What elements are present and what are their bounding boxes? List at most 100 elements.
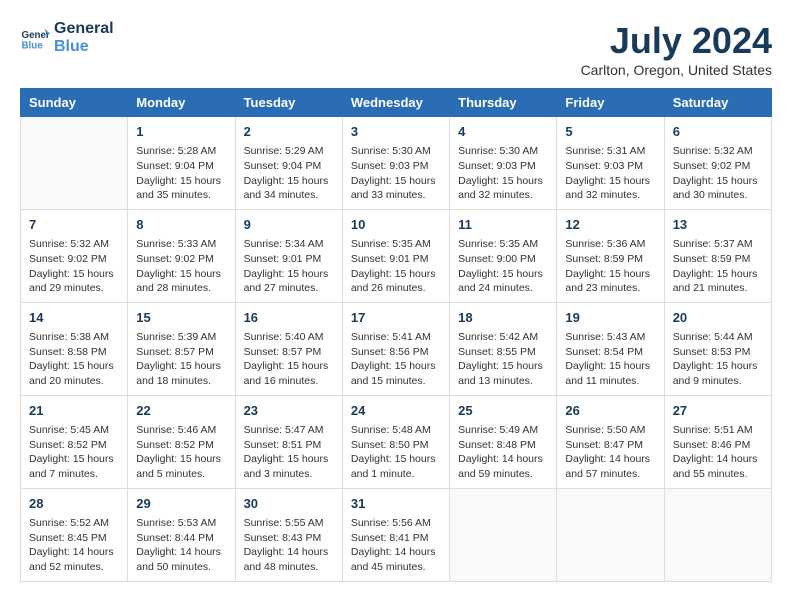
day-header-wednesday: Wednesday: [342, 89, 449, 117]
day-number: 18: [458, 309, 548, 327]
calendar-cell: 5 Sunrise: 5:31 AM Sunset: 9:03 PM Daylig…: [557, 117, 664, 210]
calendar-cell: 30 Sunrise: 5:55 AM Sunset: 8:43 PM Dayli…: [235, 488, 342, 581]
calendar-cell: 3 Sunrise: 5:30 AM Sunset: 9:03 PM Daylig…: [342, 117, 449, 210]
logo-blue: Blue: [54, 38, 114, 56]
day-number: 15: [136, 309, 226, 327]
day-number: 9: [244, 216, 334, 234]
day-detail: Sunrise: 5:43 AM Sunset: 8:54 PM Dayligh…: [565, 330, 655, 389]
day-number: 27: [673, 402, 763, 420]
svg-text:General: General: [22, 30, 51, 41]
day-detail: Sunrise: 5:46 AM Sunset: 8:52 PM Dayligh…: [136, 423, 226, 482]
week-row-1: 1 Sunrise: 5:28 AM Sunset: 9:04 PM Daylig…: [21, 117, 772, 210]
calendar-cell: 29 Sunrise: 5:53 AM Sunset: 8:44 PM Dayli…: [128, 488, 235, 581]
calendar-cell: [21, 117, 128, 210]
calendar-cell: 9Sunrise: 5:34 AM Sunset: 9:01 PM Daylig…: [235, 209, 342, 302]
svg-text:Blue: Blue: [22, 41, 44, 52]
calendar-table: SundayMondayTuesdayWednesdayThursdayFrid…: [20, 88, 772, 582]
day-number: 5: [565, 123, 655, 141]
week-row-5: 28 Sunrise: 5:52 AM Sunset: 8:45 PM Dayli…: [21, 488, 772, 581]
day-detail: Sunrise: 5:56 AM Sunset: 8:41 PM Dayligh…: [351, 516, 441, 575]
day-number: 1: [136, 123, 226, 141]
day-detail: Sunrise: 5:32 AM Sunset: 9:02 PM Dayligh…: [673, 144, 763, 203]
day-number: 25: [458, 402, 548, 420]
day-detail: Sunrise: 5:48 AM Sunset: 8:50 PM Dayligh…: [351, 423, 441, 482]
day-detail: Sunrise: 5:44 AM Sunset: 8:53 PM Dayligh…: [673, 330, 763, 389]
calendar-cell: 13 Sunrise: 5:37 AM Sunset: 8:59 PM Dayli…: [664, 209, 771, 302]
day-detail: Sunrise: 5:36 AM Sunset: 8:59 PM Dayligh…: [565, 237, 655, 296]
logo-icon: General Blue: [20, 23, 50, 53]
day-number: 21: [29, 402, 119, 420]
day-number: 4: [458, 123, 548, 141]
calendar-cell: 21 Sunrise: 5:45 AM Sunset: 8:52 PM Dayli…: [21, 395, 128, 488]
calendar-cell: 16 Sunrise: 5:40 AM Sunset: 8:57 PM Dayli…: [235, 302, 342, 395]
day-header-saturday: Saturday: [664, 89, 771, 117]
day-number: 11: [458, 216, 548, 234]
day-number: 3: [351, 123, 441, 141]
day-detail: Sunrise: 5:38 AM Sunset: 8:58 PM Dayligh…: [29, 330, 119, 389]
day-detail: Sunrise: 5:52 AM Sunset: 8:45 PM Dayligh…: [29, 516, 119, 575]
day-number: 23: [244, 402, 334, 420]
title-area: July 2024 Carlton, Oregon, United States: [581, 20, 772, 78]
day-detail: Sunrise: 5:37 AM Sunset: 8:59 PM Dayligh…: [673, 237, 763, 296]
calendar-cell: [557, 488, 664, 581]
day-detail: Sunrise: 5:50 AM Sunset: 8:47 PM Dayligh…: [565, 423, 655, 482]
day-number: 16: [244, 309, 334, 327]
day-number: 8: [136, 216, 226, 234]
day-number: 19: [565, 309, 655, 327]
day-detail: Sunrise: 5:32 AM Sunset: 9:02 PM Dayligh…: [29, 237, 119, 296]
calendar-cell: 24 Sunrise: 5:48 AM Sunset: 8:50 PM Dayli…: [342, 395, 449, 488]
calendar-cell: 28 Sunrise: 5:52 AM Sunset: 8:45 PM Dayli…: [21, 488, 128, 581]
day-number: 13: [673, 216, 763, 234]
day-number: 17: [351, 309, 441, 327]
calendar-cell: 18 Sunrise: 5:42 AM Sunset: 8:55 PM Dayli…: [450, 302, 557, 395]
logo: General Blue General Blue: [20, 20, 114, 56]
day-detail: Sunrise: 5:35 AM Sunset: 9:01 PM Dayligh…: [351, 237, 441, 296]
day-number: 7: [29, 216, 119, 234]
day-number: 31: [351, 495, 441, 513]
week-row-3: 14Sunrise: 5:38 AM Sunset: 8:58 PM Dayli…: [21, 302, 772, 395]
calendar-cell: 10 Sunrise: 5:35 AM Sunset: 9:01 PM Dayli…: [342, 209, 449, 302]
day-number: 24: [351, 402, 441, 420]
day-detail: Sunrise: 5:39 AM Sunset: 8:57 PM Dayligh…: [136, 330, 226, 389]
calendar-cell: 11 Sunrise: 5:35 AM Sunset: 9:00 PM Dayli…: [450, 209, 557, 302]
day-number: 22: [136, 402, 226, 420]
week-row-2: 7 Sunrise: 5:32 AM Sunset: 9:02 PM Daylig…: [21, 209, 772, 302]
day-number: 12: [565, 216, 655, 234]
day-detail: Sunrise: 5:51 AM Sunset: 8:46 PM Dayligh…: [673, 423, 763, 482]
calendar-cell: 31 Sunrise: 5:56 AM Sunset: 8:41 PM Dayli…: [342, 488, 449, 581]
calendar-cell: 1 Sunrise: 5:28 AM Sunset: 9:04 PM Daylig…: [128, 117, 235, 210]
day-number: 2: [244, 123, 334, 141]
day-number: 6: [673, 123, 763, 141]
day-detail: Sunrise: 5:55 AM Sunset: 8:43 PM Dayligh…: [244, 516, 334, 575]
calendar-cell: [664, 488, 771, 581]
calendar-cell: 14Sunrise: 5:38 AM Sunset: 8:58 PM Dayli…: [21, 302, 128, 395]
day-number: 30: [244, 495, 334, 513]
location-text: Carlton, Oregon, United States: [581, 62, 772, 78]
day-number: 29: [136, 495, 226, 513]
day-number: 28: [29, 495, 119, 513]
calendar-cell: 8 Sunrise: 5:33 AM Sunset: 9:02 PM Daylig…: [128, 209, 235, 302]
day-header-friday: Friday: [557, 89, 664, 117]
day-detail: Sunrise: 5:45 AM Sunset: 8:52 PM Dayligh…: [29, 423, 119, 482]
calendar-cell: 25 Sunrise: 5:49 AM Sunset: 8:48 PM Dayli…: [450, 395, 557, 488]
day-detail: Sunrise: 5:53 AM Sunset: 8:44 PM Dayligh…: [136, 516, 226, 575]
calendar-cell: 19 Sunrise: 5:43 AM Sunset: 8:54 PM Dayli…: [557, 302, 664, 395]
day-detail: Sunrise: 5:33 AM Sunset: 9:02 PM Dayligh…: [136, 237, 226, 296]
day-detail: Sunrise: 5:47 AM Sunset: 8:51 PM Dayligh…: [244, 423, 334, 482]
calendar-cell: 2Sunrise: 5:29 AM Sunset: 9:04 PM Daylig…: [235, 117, 342, 210]
calendar-cell: 7 Sunrise: 5:32 AM Sunset: 9:02 PM Daylig…: [21, 209, 128, 302]
logo-general: General: [54, 20, 114, 38]
day-detail: Sunrise: 5:40 AM Sunset: 8:57 PM Dayligh…: [244, 330, 334, 389]
day-detail: Sunrise: 5:30 AM Sunset: 9:03 PM Dayligh…: [351, 144, 441, 203]
calendar-cell: 23 Sunrise: 5:47 AM Sunset: 8:51 PM Dayli…: [235, 395, 342, 488]
day-detail: Sunrise: 5:31 AM Sunset: 9:03 PM Dayligh…: [565, 144, 655, 203]
calendar-header: SundayMondayTuesdayWednesdayThursdayFrid…: [21, 89, 772, 117]
day-detail: Sunrise: 5:28 AM Sunset: 9:04 PM Dayligh…: [136, 144, 226, 203]
day-detail: Sunrise: 5:42 AM Sunset: 8:55 PM Dayligh…: [458, 330, 548, 389]
day-detail: Sunrise: 5:49 AM Sunset: 8:48 PM Dayligh…: [458, 423, 548, 482]
calendar-cell: [450, 488, 557, 581]
day-detail: Sunrise: 5:35 AM Sunset: 9:00 PM Dayligh…: [458, 237, 548, 296]
day-number: 10: [351, 216, 441, 234]
calendar-cell: 15 Sunrise: 5:39 AM Sunset: 8:57 PM Dayli…: [128, 302, 235, 395]
calendar-cell: 20Sunrise: 5:44 AM Sunset: 8:53 PM Dayli…: [664, 302, 771, 395]
